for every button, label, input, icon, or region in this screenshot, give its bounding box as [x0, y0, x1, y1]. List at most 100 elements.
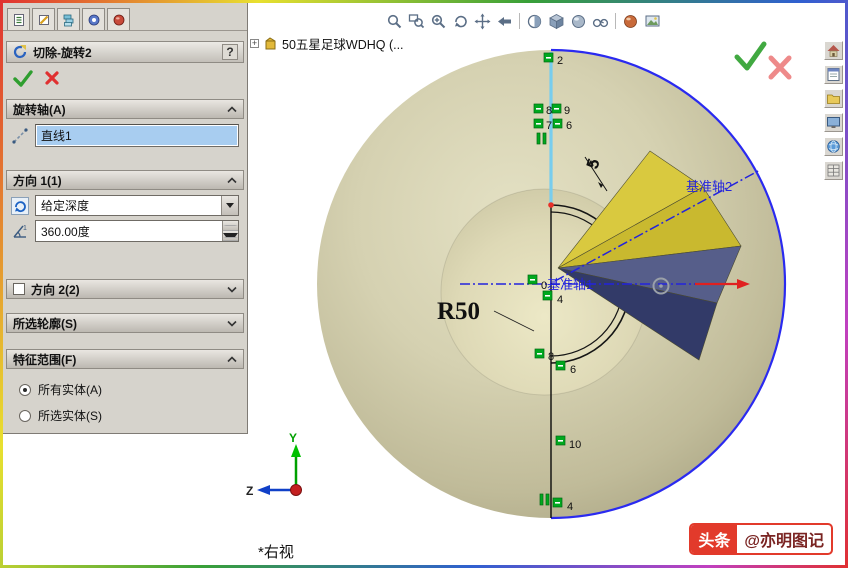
confirmation-corner: [734, 41, 792, 80]
all-bodies-label: 所有实体(A): [38, 383, 102, 397]
folder-icon[interactable]: [823, 89, 843, 108]
manager-tabs: [3, 3, 247, 31]
point-number: 6: [570, 364, 576, 376]
zoom-to-area-icon[interactable]: [407, 12, 426, 30]
previous-view-icon[interactable]: [495, 12, 514, 30]
confirm-row: [3, 63, 247, 89]
radius-label[interactable]: R50: [437, 298, 480, 325]
zoom-to-fit-icon[interactable]: [385, 12, 404, 30]
point-number: 10: [569, 439, 581, 451]
datum-axis-2-label[interactable]: 基准轴2: [686, 179, 732, 194]
point-number: 2: [557, 55, 563, 67]
propertymanager-tab-icon[interactable]: [7, 8, 30, 30]
section-direction2-label: 方向 2(2): [31, 282, 80, 297]
watermark-badge: 头条: [691, 525, 738, 553]
direction2-checkbox[interactable]: [13, 283, 25, 295]
axis-selection-value: 直线1: [41, 129, 72, 143]
section-scope-header[interactable]: 特征范围(F): [6, 349, 244, 369]
point-number: 8: [548, 351, 554, 363]
all-bodies-radio[interactable]: [19, 383, 31, 396]
appearance-tab-icon[interactable]: [32, 8, 55, 30]
office-tab-icon[interactable]: [107, 8, 130, 30]
section-scope-body: 所有实体(A) 所选实体(S): [3, 369, 247, 438]
selected-bodies-radio[interactable]: [19, 409, 31, 422]
sketch-endpoint[interactable]: [548, 202, 554, 208]
section-direction1-label: 方向 1(1): [13, 173, 62, 188]
spinner-down-button[interactable]: [223, 231, 238, 241]
cancel-button[interactable]: [44, 70, 60, 86]
section-contours-label: 所选轮廓(S): [13, 316, 77, 331]
rotate-view-icon[interactable]: [451, 12, 470, 30]
zoom-in-out-icon[interactable]: [429, 12, 448, 30]
point-number: 9: [564, 105, 570, 117]
coordinate-triad: Y Z: [246, 431, 302, 498]
reverse-direction-icon[interactable]: [11, 196, 29, 215]
tree-item-label[interactable]: 50五星足球WDHQ (...: [282, 34, 404, 53]
spinner-up-button[interactable]: [223, 221, 238, 231]
triad-origin: [290, 484, 302, 496]
triad-z-arrow: [257, 485, 270, 495]
cancel-confirm-icon[interactable]: [768, 55, 792, 80]
point-number: 7: [546, 120, 552, 132]
pan-icon[interactable]: [473, 12, 492, 30]
view-orientation-label: *右视: [258, 544, 294, 561]
axis-selection-field[interactable]: 直线1: [35, 124, 239, 147]
end-condition-value: 给定深度: [41, 199, 90, 213]
point-number: 6: [566, 120, 572, 132]
point-number: 8: [546, 105, 552, 117]
help-button[interactable]: ?: [222, 44, 238, 60]
property-manager-panel: 切除-旋转2 ? 旋转轴(A) 直线1 方向 1(1) 给定深度 1 360.0…: [3, 3, 248, 434]
point-number: 0: [541, 280, 547, 292]
task-pane-icon[interactable]: [823, 113, 843, 132]
triad-z-label: Z: [246, 484, 253, 498]
toolbar-separator: [519, 13, 520, 29]
datum-axis-1-label[interactable]: 基准轴1: [547, 277, 593, 292]
toolbar-separator: [615, 13, 616, 29]
appearance-globe-icon[interactable]: [823, 137, 843, 156]
configurationmanager-tab-icon[interactable]: [57, 8, 80, 30]
view-orientation-icon[interactable]: [547, 12, 566, 30]
section-direction1-header[interactable]: 方向 1(1): [6, 170, 244, 190]
document-pane-icon[interactable]: [823, 65, 843, 84]
section-axis-body: 直线1: [3, 119, 247, 156]
dimxpert-tab-icon[interactable]: [82, 8, 105, 30]
dropdown-arrow-button[interactable]: [221, 196, 238, 215]
feature-title: 切除-旋转2: [33, 45, 92, 60]
screenshot-frame: 5 R50 基准轴1 基准轴2 2 8 9 7 6 0 4 8 6 10 4 Y…: [0, 0, 848, 568]
section-direction2-header[interactable]: 方向 2(2): [6, 279, 244, 299]
hide-show-items-icon[interactable]: [591, 12, 610, 30]
chevron-down-icon: [227, 286, 237, 293]
home-icon[interactable]: [823, 41, 843, 60]
feature-tree-item[interactable]: + 50五星足球WDHQ (...: [250, 34, 404, 53]
ok-button[interactable]: [12, 69, 34, 87]
point-number: 4: [567, 501, 573, 513]
watermark-handle: @亦明图记: [744, 533, 824, 550]
angle-value: 360.00度: [41, 224, 90, 239]
section-direction1-body: 给定深度 1 360.00度: [3, 190, 247, 251]
tree-expand-icon[interactable]: +: [250, 39, 259, 48]
section-contours-header[interactable]: 所选轮廓(S): [6, 313, 244, 333]
end-condition-dropdown[interactable]: 给定深度: [35, 195, 239, 216]
angle-input[interactable]: 360.00度: [35, 220, 239, 242]
axis-line-icon: [12, 127, 28, 144]
view-toolbar: [385, 12, 662, 30]
custom-properties-icon[interactable]: [823, 161, 843, 180]
apply-scene-icon[interactable]: [643, 12, 662, 30]
display-style-icon[interactable]: [569, 12, 588, 30]
solidworks-window: 5 R50 基准轴1 基准轴2 2 8 9 7 6 0 4 8 6 10 4 Y…: [3, 3, 845, 565]
edit-appearance-icon[interactable]: [621, 12, 640, 30]
part-icon: [265, 37, 276, 50]
task-pane-toolbar: [822, 41, 844, 180]
cut-revolve-icon: [13, 45, 27, 59]
section-scope-label: 特征范围(F): [13, 352, 77, 367]
axis-handle-dot: [659, 284, 663, 288]
section-axis-label: 旋转轴(A): [13, 102, 66, 117]
section-axis-header[interactable]: 旋转轴(A): [6, 99, 244, 119]
chevron-down-icon: [227, 320, 237, 327]
feature-title-bar: 切除-旋转2 ?: [6, 41, 244, 63]
triad-y-arrow: [291, 444, 301, 457]
point-number: 4: [557, 294, 563, 306]
chevron-up-icon: [227, 176, 237, 184]
section-view-icon[interactable]: [525, 12, 544, 30]
ok-confirm-icon[interactable]: [734, 41, 767, 71]
